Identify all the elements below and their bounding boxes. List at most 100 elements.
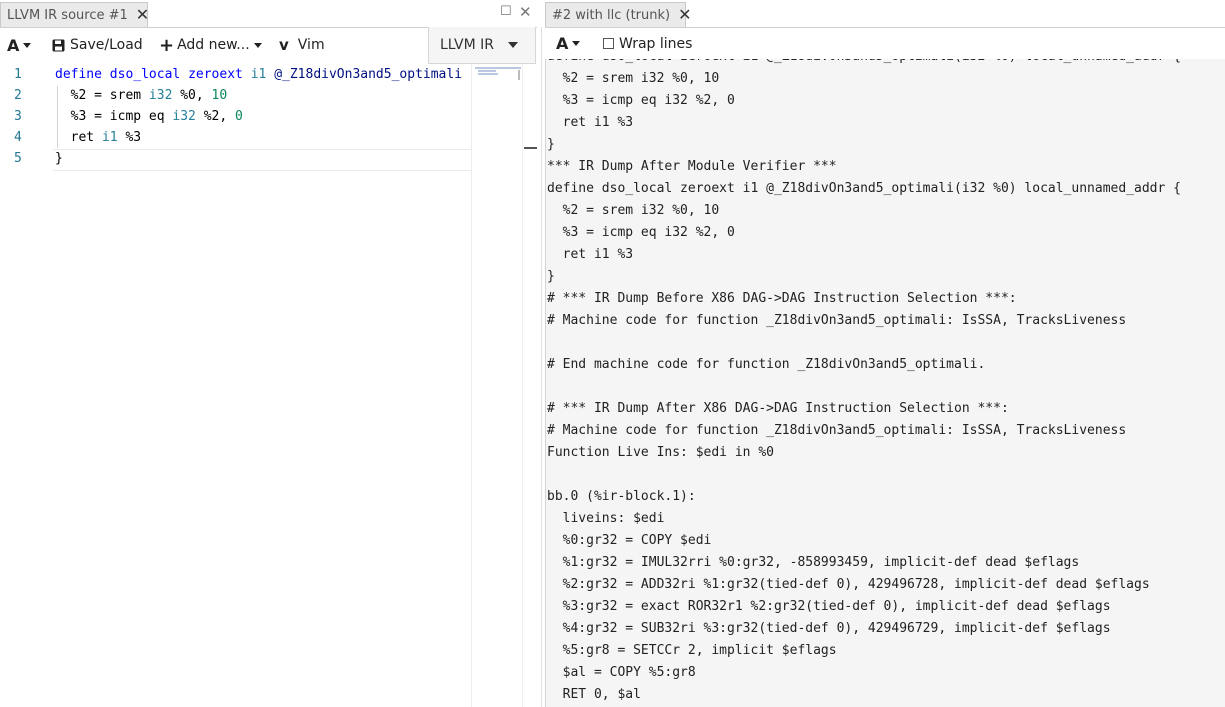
output-tabstrip: #2 with llc (trunk) ✕ xyxy=(545,0,1225,28)
code-token: 0 xyxy=(235,109,243,124)
source-pane: LLVM IR source #1 ✕ ☐ ✕ A Save/Load + Ad… xyxy=(0,0,538,707)
tab-label: #2 with llc (trunk) xyxy=(552,7,671,23)
wrap-lines-label: Wrap lines xyxy=(619,35,693,52)
chevron-down-icon xyxy=(508,42,519,48)
output-line: %3 = icmp eq i32 %2, 0 xyxy=(547,225,735,240)
maximize-icon[interactable]: ☐ xyxy=(500,4,512,19)
close-icon[interactable]: ✕ xyxy=(678,7,691,23)
output-line: Function Live Ins: $edi in %0 xyxy=(547,445,774,460)
add-new-label: Add new... xyxy=(177,37,250,53)
tab-llc-output[interactable]: #2 with llc (trunk) ✕ xyxy=(545,2,692,27)
output-toolbar: A Wrap lines xyxy=(545,28,1225,60)
language-value: LLVM IR xyxy=(440,37,495,53)
line-number: 1 xyxy=(14,67,22,82)
code-token: i1 xyxy=(250,67,275,82)
code-token: @_Z18divOn3and5_optimali xyxy=(274,67,463,82)
output-line: define dso_local zeroext i1 @_Z18divOn3a… xyxy=(547,59,1181,68)
code-token: i1 xyxy=(101,130,126,145)
code-line: define dso_local zeroext i1 @_Z18divOn3a… xyxy=(55,64,471,85)
tab-llvm-ir-source[interactable]: LLVM IR source #1 ✕ xyxy=(0,2,149,27)
source-editor[interactable]: 1 2 3 4 5 define dso_local zeroext i1 @_Z18d… xyxy=(0,64,537,707)
font-size-button[interactable]: A xyxy=(7,28,32,62)
output-line: %1:gr32 = IMUL32rri %0:gr32, -858993459,… xyxy=(547,555,1080,570)
save-load-button[interactable]: Save/Load xyxy=(52,28,143,62)
code-token: ret xyxy=(55,130,102,145)
minimap-line xyxy=(478,73,498,75)
code-line: } xyxy=(55,148,471,169)
minimap[interactable] xyxy=(471,64,523,707)
output-line: %4:gr32 = SUB32ri %3:gr32(tied-def 0), 4… xyxy=(547,621,1111,636)
output-line: # Machine code for function _Z18divOn3an… xyxy=(547,313,1127,328)
minimap-line xyxy=(478,70,496,72)
output-line: RET 0, $al xyxy=(547,687,641,702)
output-pane: #2 with llc (trunk) ✕ A Wrap lines defin… xyxy=(545,0,1225,707)
plus-icon: + xyxy=(159,34,175,56)
floppy-disk-icon xyxy=(52,39,65,51)
checkbox-box[interactable] xyxy=(603,38,614,49)
output-line: %5:gr8 = SETCCr 2, implicit $eflags xyxy=(547,643,837,658)
code-token: %2 = srem xyxy=(55,88,149,103)
splitter-divider xyxy=(541,27,542,707)
editor-scrollbar[interactable] xyxy=(522,64,538,707)
code-token: %3 = icmp eq xyxy=(55,109,173,124)
chevron-down-icon xyxy=(572,41,581,46)
line-number: 5 xyxy=(14,151,22,166)
code-line: %2 = srem i32 %0, 10 xyxy=(55,85,471,106)
code-token: zeroext xyxy=(188,67,251,82)
output-line: # *** IR Dump After X86 DAG->DAG Instruc… xyxy=(547,401,1009,416)
source-tabstrip: LLVM IR source #1 ✕ ☐ ✕ xyxy=(0,0,537,28)
output-line: # End machine code for function _Z18divO… xyxy=(547,357,986,372)
save-load-label: Save/Load xyxy=(70,37,143,53)
vim-icon: v xyxy=(279,36,289,54)
output-line: %2:gr32 = ADD32ri %1:gr32(tied-def 0), 4… xyxy=(547,577,1150,592)
output-line: %2 = srem i32 %0, 10 xyxy=(547,203,720,218)
font-icon: A xyxy=(556,34,569,53)
vim-toggle[interactable]: v Vim xyxy=(279,28,325,62)
output-line: $al = COPY %5:gr8 xyxy=(547,665,696,680)
close-pane-icon[interactable]: ✕ xyxy=(519,3,532,21)
output-line: *** IR Dump After Module Verifier *** xyxy=(547,159,837,174)
output-line: bb.0 (%ir-block.1): xyxy=(547,489,696,504)
output-line: } xyxy=(547,269,555,284)
code-line: %3 = icmp eq i32 %2, 0 xyxy=(55,106,471,127)
output-line: %3 = icmp eq i32 %2, 0 xyxy=(547,93,735,108)
code-line: ret i1 %3 xyxy=(55,127,471,148)
code-token: 10 xyxy=(211,88,228,103)
output-line: ret i1 %3 xyxy=(547,115,634,130)
font-size-button[interactable]: A xyxy=(556,28,581,59)
add-new-button[interactable]: + Add new... xyxy=(159,28,262,62)
output-line: ret i1 %3 xyxy=(547,247,634,262)
code-token: define xyxy=(55,67,110,82)
chevron-down-icon xyxy=(23,42,32,48)
output-line: define dso_local zeroext i1 @_Z18divOn3a… xyxy=(547,181,1181,196)
line-number: 2 xyxy=(14,88,22,103)
scrollbar-cursor-marker xyxy=(524,147,537,149)
language-select[interactable]: LLVM IR xyxy=(428,27,536,64)
line-number: 3 xyxy=(14,109,22,124)
output-line: } xyxy=(547,137,555,152)
output-line: %0:gr32 = COPY $edi xyxy=(547,533,712,548)
code-token: } xyxy=(55,151,63,166)
minimap-line xyxy=(475,67,521,69)
code-token: i32 xyxy=(148,88,181,103)
code-token: %0, xyxy=(180,88,212,103)
compiler-output[interactable]: define dso_local zeroext i1 @_Z18divOn3a… xyxy=(545,59,1225,707)
minimap-dot xyxy=(518,70,520,80)
output-line: %3:gr32 = exact ROR32r1 %2:gr32(tied-def… xyxy=(547,599,1111,614)
close-icon[interactable]: ✕ xyxy=(136,7,149,23)
chevron-down-icon xyxy=(253,42,262,48)
code-token: %2, xyxy=(203,109,236,124)
code-token: %3 xyxy=(125,130,142,145)
wrap-lines-checkbox[interactable]: Wrap lines xyxy=(603,28,692,59)
code-token: dso_local xyxy=(109,67,189,82)
output-line: liveins: $edi xyxy=(547,511,665,526)
font-icon: A xyxy=(7,35,20,55)
output-line: %2 = srem i32 %0, 10 xyxy=(547,71,720,86)
output-line: # *** IR Dump Before X86 DAG->DAG Instru… xyxy=(547,291,1017,306)
code-token: i32 xyxy=(172,109,204,124)
code-area[interactable]: define dso_local zeroext i1 @_Z18divOn3a… xyxy=(55,64,471,169)
tab-label: LLVM IR source #1 xyxy=(7,7,128,23)
vim-label: Vim xyxy=(297,37,325,53)
output-line: # Machine code for function _Z18divOn3an… xyxy=(547,423,1127,438)
line-number: 4 xyxy=(14,130,22,145)
